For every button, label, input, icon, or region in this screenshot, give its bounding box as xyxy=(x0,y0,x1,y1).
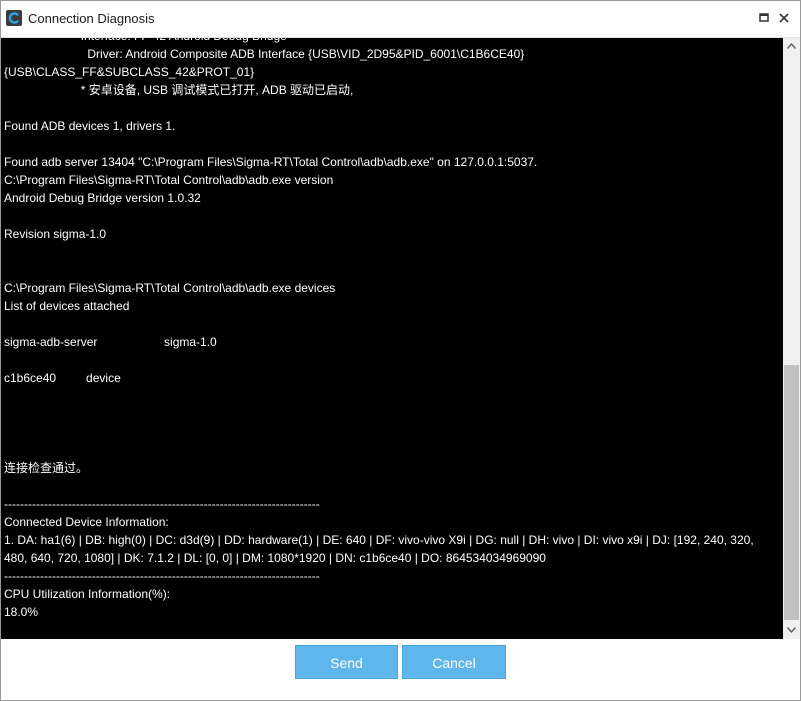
cancel-button[interactable]: Cancel xyxy=(402,645,506,679)
console-line: c1b6ce40 device xyxy=(4,371,121,385)
dialog-footer: Send Cancel xyxy=(1,639,800,700)
diagnosis-console[interactable]: Interface: FF-42 Android Debug Bridge Dr… xyxy=(1,38,783,639)
console-line: C:\Program Files\Sigma-RT\Total Control\… xyxy=(4,173,334,187)
console-line: 连接检查通过。 xyxy=(4,461,89,475)
console-line: CPU Utilization Information(%): xyxy=(4,587,171,601)
console-line: Found adb server 13404 "C:\Program Files… xyxy=(4,155,538,169)
console-line: C:\Program Files\Sigma-RT\Total Control\… xyxy=(4,281,336,295)
send-button[interactable]: Send xyxy=(295,645,398,679)
arrow-up-icon[interactable] xyxy=(783,38,800,55)
console-line: sigma-adb-server sigma-1.0 xyxy=(4,335,217,349)
console-line: {USB\CLASS_FF&SUBCLASS_42&PROT_01} xyxy=(4,65,255,79)
console-line: Interface: FF-42 Android Debug Bridge xyxy=(4,38,287,43)
console-line: 18.0% xyxy=(4,605,39,619)
title-bar[interactable]: Connection Diagnosis xyxy=(1,1,800,38)
console-scrollbar[interactable] xyxy=(783,38,800,639)
console-line: Connected Device Information: xyxy=(4,515,169,529)
console-output: Interface: FF-42 Android Debug Bridge Dr… xyxy=(4,38,776,621)
console-line: Revision sigma-1.0 xyxy=(4,227,107,241)
console-line: Found ADB devices 1, drivers 1. xyxy=(4,119,176,133)
console-line: ----------------------------------------… xyxy=(4,569,320,583)
console-line: * 安卓设备, USB 调试模式已打开, ADB 驱动已启动, xyxy=(4,83,354,97)
window-title: Connection Diagnosis xyxy=(28,11,155,26)
close-icon[interactable] xyxy=(775,9,793,27)
app-logo-icon xyxy=(6,10,22,26)
console-line: Driver: Android Composite ADB Interface … xyxy=(4,47,525,61)
console-line: 1. DA: ha1(6) | DB: high(0) | DC: d3d(9)… xyxy=(4,533,757,565)
arrow-down-icon[interactable] xyxy=(783,622,800,639)
connection-diagnosis-window: Connection Diagnosis Interface: FF-42 An… xyxy=(0,0,801,701)
console-line: List of devices attached xyxy=(4,299,130,313)
maximize-icon[interactable] xyxy=(755,9,773,27)
console-line: ----------------------------------------… xyxy=(4,497,320,511)
console-line: Android Debug Bridge version 1.0.32 xyxy=(4,191,201,205)
scroll-thumb[interactable] xyxy=(784,365,799,620)
